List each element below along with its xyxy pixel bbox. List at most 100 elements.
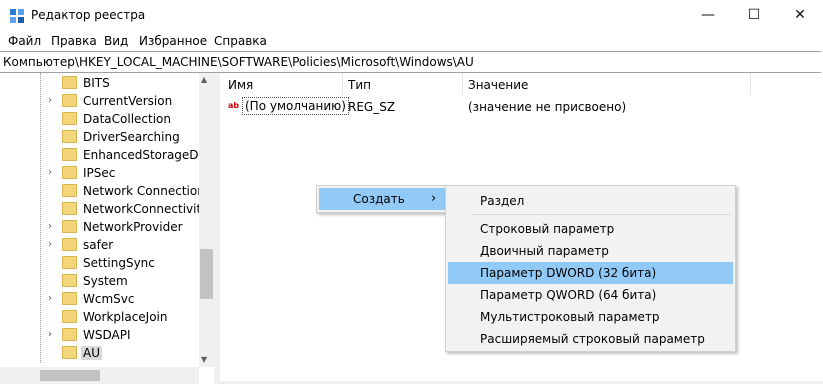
tree-item-label: IPSec [83, 166, 116, 180]
tree-item-label: Network Connections [83, 184, 212, 198]
submenu-item[interactable]: Строковый параметр [448, 218, 733, 240]
value-name[interactable]: (По умолчанию) [242, 97, 349, 115]
chevron-right-icon: › [431, 191, 437, 206]
tree-item[interactable]: AU [0, 344, 200, 362]
tree-item[interactable]: Network Connections [0, 182, 211, 200]
value-data: (значение не присвоено) [468, 100, 627, 114]
submenu-item-label: Параметр DWORD (32 бита) [480, 266, 657, 280]
folder-icon [62, 112, 77, 125]
folder-icon [62, 328, 77, 341]
tree-item-label: DataCollection [83, 112, 172, 126]
column-divider[interactable] [342, 73, 343, 95]
submenu-item[interactable]: Параметр QWORD (64 бита) [448, 284, 733, 306]
submenu-item-label: Раздел [480, 194, 525, 208]
tree-item-label: CurrentVersion [83, 94, 173, 108]
tree-item-label: safer [83, 238, 114, 252]
expand-chevron-icon[interactable]: › [48, 293, 52, 304]
expand-chevron-icon[interactable]: › [48, 221, 52, 232]
menu-favorites[interactable]: Избранное [139, 34, 207, 48]
tree-item-label: System [83, 274, 128, 288]
folder-icon [62, 202, 77, 215]
column-divider[interactable] [462, 73, 463, 95]
submenu-item-label: Строковый параметр [480, 222, 615, 236]
tree-hscroll-thumb[interactable] [40, 370, 100, 381]
folder-icon [62, 292, 77, 305]
submenu-separator [472, 214, 731, 215]
expand-chevron-icon[interactable]: › [48, 167, 52, 178]
submenu-item[interactable]: Двоичный параметр [448, 240, 733, 262]
menu-item-create-label: Создать [353, 192, 405, 206]
scroll-up-icon[interactable]: ▲ [201, 75, 207, 84]
minimize-button[interactable]: — [685, 0, 731, 31]
tree-item[interactable]: NetworkConnectivityS [0, 200, 214, 218]
folder-icon [62, 310, 77, 323]
tree-item[interactable]: WorkplaceJoin [0, 308, 200, 326]
column-divider[interactable] [750, 73, 751, 95]
submenu-item[interactable]: Расширяемый строковый параметр [448, 328, 733, 350]
tree-item[interactable]: EnhancedStorageDevi [0, 146, 214, 164]
maximize-button[interactable]: ☐ [731, 0, 777, 31]
tree-item[interactable]: SettingSync [0, 254, 200, 272]
tree-item[interactable]: › IPSec [0, 164, 200, 182]
tree-item[interactable]: DataCollection [0, 110, 200, 128]
submenu-item[interactable]: Раздел [448, 190, 733, 212]
expand-chevron-icon[interactable]: › [48, 95, 52, 106]
folder-icon [62, 274, 77, 287]
tree-item[interactable]: BITS [0, 74, 200, 92]
folder-icon [62, 256, 77, 269]
menu-edit[interactable]: Правка [51, 34, 97, 48]
submenu-item-label: Расширяемый строковый параметр [480, 332, 705, 346]
tree-item[interactable]: › WcmSvc [0, 290, 200, 308]
tree-item[interactable]: › WSDAPI [0, 326, 200, 344]
tree-item-label: SettingSync [83, 256, 155, 270]
address-path[interactable]: Компьютер\HKEY_LOCAL_MACHINE\SOFTWARE\Po… [3, 55, 474, 69]
context-menu: Создать › [316, 185, 448, 213]
address-bar[interactable]: Компьютер\HKEY_LOCAL_MACHINE\SOFTWARE\Po… [0, 51, 821, 73]
expand-chevron-icon[interactable]: › [48, 239, 52, 250]
folder-icon [62, 76, 77, 89]
menu-bar: Файл Правка Вид Избранное Справка [0, 31, 823, 51]
menu-view[interactable]: Вид [104, 34, 128, 48]
scroll-down-icon[interactable]: ▼ [201, 355, 207, 364]
column-header-type[interactable]: Тип [348, 78, 371, 92]
tree-item-label: NetworkConnectivityS [83, 202, 214, 216]
tree-item-label: WorkplaceJoin [83, 310, 168, 324]
tree-item-label: BITS [83, 76, 110, 90]
tree-item[interactable]: System [0, 272, 200, 290]
submenu-item[interactable]: Мультистроковый параметр [448, 306, 733, 328]
expand-chevron-icon[interactable]: › [48, 329, 52, 340]
tree-item[interactable]: › CurrentVersion [0, 92, 200, 110]
tree-vertical-scrollbar[interactable]: ▲ ▼ [199, 73, 214, 367]
regedit-icon [10, 9, 24, 23]
tree-item-label: EnhancedStorageDevi [83, 148, 214, 162]
tree-item[interactable]: › safer [0, 236, 200, 254]
submenu-item-label: Двоичный параметр [480, 244, 609, 258]
tree-item[interactable]: DriverSearching [0, 128, 200, 146]
folder-icon [62, 130, 77, 143]
tree-item-label: WSDAPI [83, 328, 131, 342]
tree-item-label: WcmSvc [83, 292, 135, 306]
tree-item[interactable]: › NetworkProvider [0, 218, 200, 236]
menu-file[interactable]: Файл [8, 34, 41, 48]
folder-icon [62, 148, 77, 161]
folder-icon [62, 184, 77, 197]
tree-scroll-thumb[interactable] [200, 249, 213, 299]
string-value-icon: ab [228, 101, 240, 110]
submenu-item[interactable]: Параметр DWORD (32 бита) [448, 262, 733, 284]
column-header-row: Имя Тип Значение [220, 73, 823, 95]
menu-help[interactable]: Справка [214, 34, 267, 48]
window-title: Редактор реестра [31, 8, 146, 22]
tree-pane[interactable]: BITS › CurrentVersion DataCollection DriverS… [0, 73, 214, 384]
menu-item-create[interactable]: Создать › [319, 188, 445, 210]
folder-icon [62, 346, 77, 359]
folder-icon [62, 220, 77, 233]
column-header-value[interactable]: Значение [468, 78, 528, 92]
close-button[interactable]: ✕ [777, 0, 823, 31]
submenu-item-label: Мультистроковый параметр [480, 310, 660, 324]
tree-horizontal-scrollbar[interactable] [0, 367, 199, 384]
column-header-name[interactable]: Имя [228, 78, 253, 92]
submenu-item-label: Параметр QWORD (64 бита) [480, 288, 657, 302]
folder-icon [62, 238, 77, 251]
tree-item-label: AU [81, 346, 102, 360]
value-type: REG_SZ [348, 100, 396, 114]
